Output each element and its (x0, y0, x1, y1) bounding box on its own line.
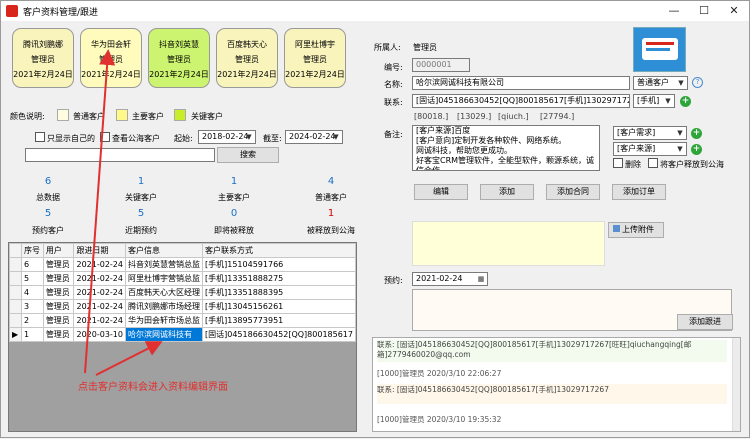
add-source-icon[interactable]: + (691, 144, 702, 155)
source-select[interactable]: [客户来源] ▼ (613, 142, 687, 156)
company-logo (633, 27, 686, 72)
appoint-date-value: 2021-02-24 (416, 274, 463, 283)
chevron-down-icon: ▼ (665, 97, 671, 105)
followup-entry-meta: [1000]管理员 2020/3/10 22:06:27 (377, 369, 502, 378)
followup-entry-text: 联系: [固话]045186630452[QQ]800185617[手机]130… (377, 384, 727, 404)
source-value: [客户来源] (617, 144, 656, 153)
contact-chip[interactable]: [qiuch.] (498, 112, 529, 121)
followup-scrollbar[interactable] (732, 338, 740, 431)
followup-entry-meta: [1000]管理员 2020/3/10 19:35:32 (377, 415, 502, 424)
annotation-text: 点击客户资料会进入资料编辑界面 (78, 382, 228, 393)
demand-select[interactable]: [客户需求] ▼ (613, 126, 687, 140)
release-label: 将客户释放到公海 (660, 160, 724, 169)
note-textarea[interactable]: [客户来源]百度 [客户意向]定制开发各种软件、网络系统。 网诚科技，帮助您更成… (412, 125, 600, 171)
attachment-area[interactable] (412, 221, 605, 266)
upload-icon (613, 225, 620, 232)
add-demand-icon[interactable]: + (691, 128, 702, 139)
help-icon[interactable]: ? (692, 77, 703, 88)
owner-value: 管理员 (413, 43, 437, 52)
edit-button[interactable]: 编辑 (414, 184, 468, 200)
upload-attachment-label: 上传附件 (622, 225, 654, 234)
contact-label: 联系: (384, 98, 403, 107)
followup-history: 联系: [固话]045186630452[QQ]800185617[手机]130… (372, 337, 741, 432)
delete-label: 删除 (625, 160, 641, 169)
code-label: 编号: (384, 63, 403, 72)
add-contact-icon[interactable]: + (680, 96, 691, 107)
appoint-date-picker[interactable]: 2021-02-24 ▦ (412, 272, 488, 286)
contact-chip[interactable]: [27794.] (540, 112, 574, 121)
contact-field[interactable]: [固话]045186630452[QQ]800185617[手机]1302971… (412, 94, 630, 108)
chevron-down-icon: ▼ (678, 79, 684, 87)
chevron-down-icon: ▼ (677, 129, 683, 137)
contact-type-select[interactable]: [手机] ▼ (633, 94, 675, 108)
main-window: 客户资料管理/跟进 — ☐ ✕ 腾讯刘鹏娜 管理员 2021年2月24日 华为田… (0, 0, 750, 438)
release-checkbox[interactable] (648, 158, 658, 168)
appoint-label: 预约: (384, 276, 403, 285)
followup-entry-text: 联系: [固话]045186630452[QQ]800185617[手机]130… (377, 340, 727, 362)
contact-chip[interactable]: [80018.] (414, 112, 448, 121)
note-label: 备注: (384, 130, 403, 139)
add-button[interactable]: 添加 (480, 184, 534, 200)
name-field[interactable]: 哈尔滨网诚科技有限公司 (412, 76, 630, 90)
contact-type-value: [手机] (637, 96, 660, 105)
upload-attachment-button[interactable]: 上传附件 (608, 222, 664, 238)
contact-chip[interactable]: [13029.] (457, 112, 491, 121)
demand-value: [客户需求] (617, 128, 656, 137)
add-followup-button[interactable]: 添加跟进 (677, 314, 733, 330)
name-label: 名称: (384, 80, 403, 89)
code-field: 0000001 (412, 58, 470, 72)
customer-type-value: 普通客户 (637, 78, 669, 87)
delete-checkbox[interactable] (613, 158, 623, 168)
calendar-icon: ▦ (477, 275, 485, 283)
customer-type-select[interactable]: 普通客户 ▼ (633, 76, 688, 90)
owner-label: 所属人: (374, 43, 401, 52)
add-order-button[interactable]: 添加订单 (612, 184, 666, 200)
add-contract-button[interactable]: 添加合同 (546, 184, 600, 200)
chevron-down-icon: ▼ (677, 145, 683, 153)
